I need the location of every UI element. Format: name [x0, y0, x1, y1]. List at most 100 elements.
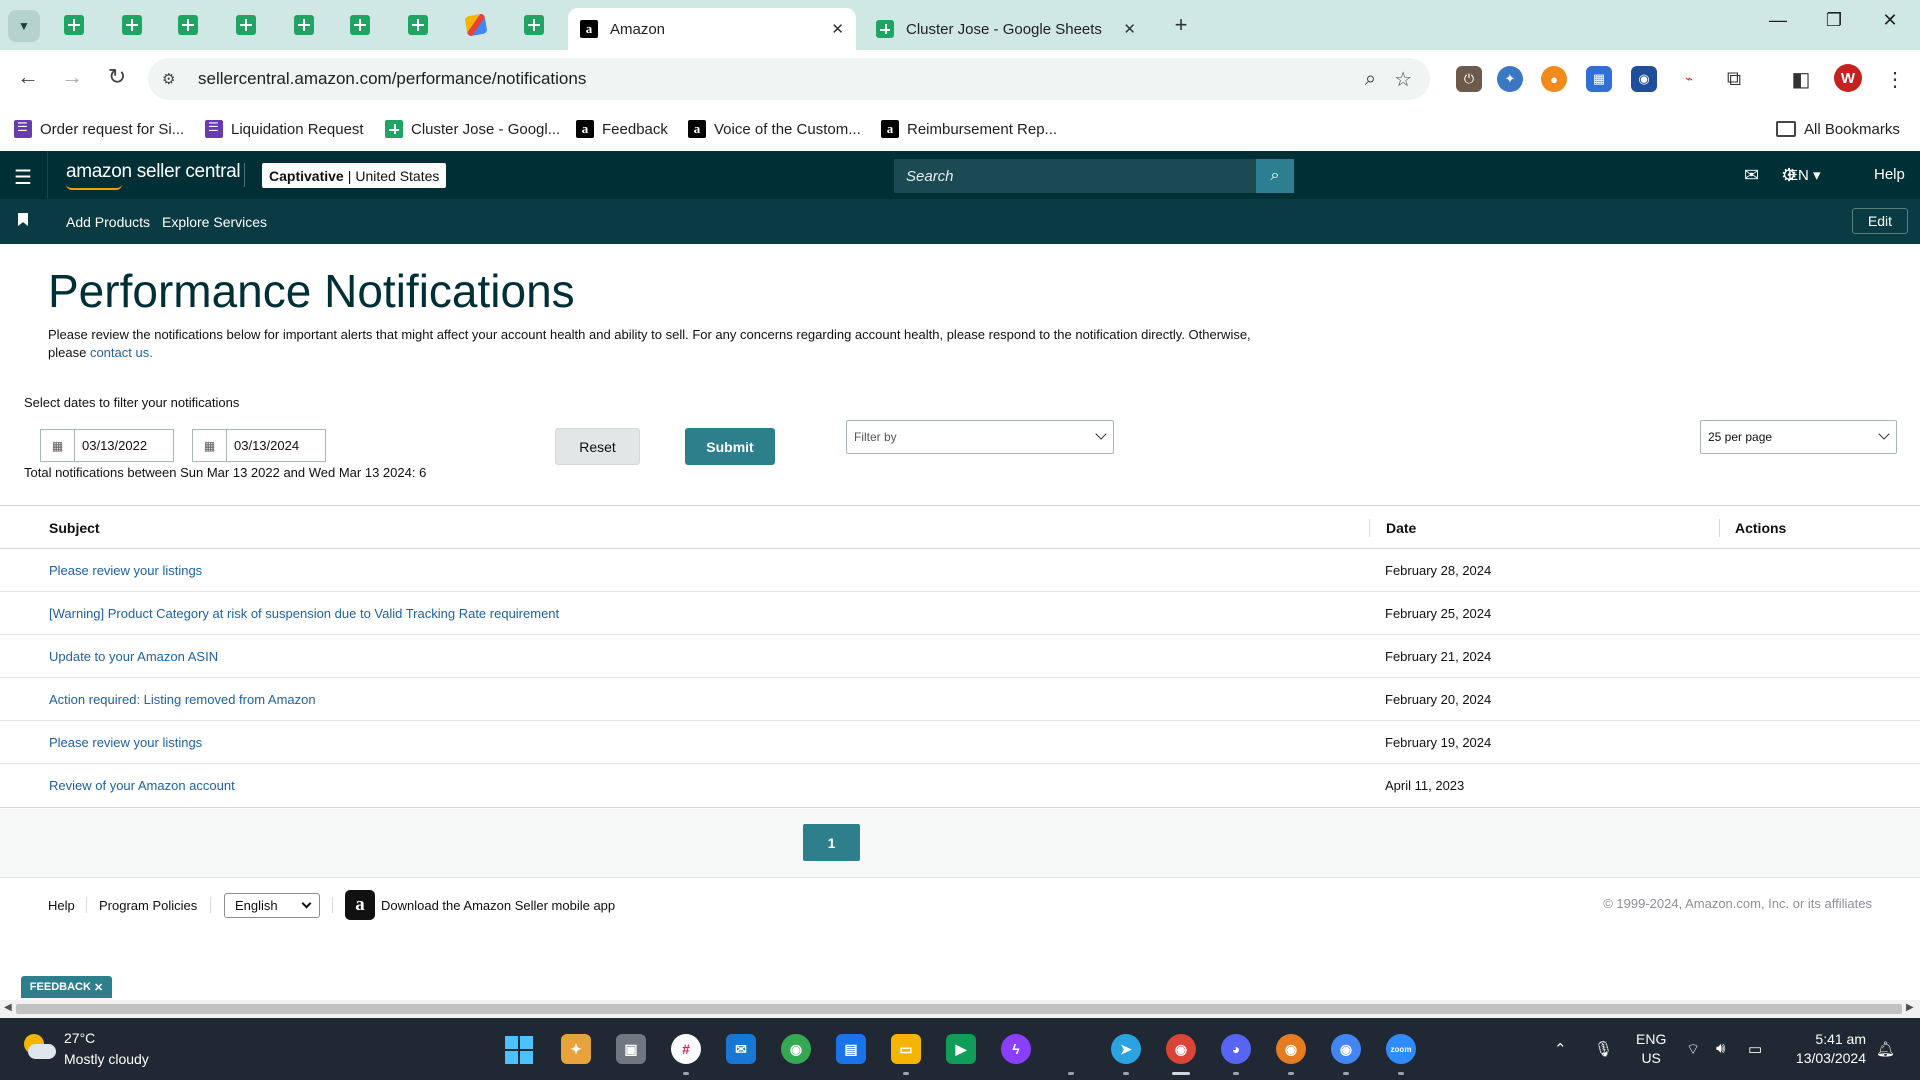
pinned-pen-tab[interactable] — [462, 12, 490, 38]
bookmark-item[interactable]: a Feedback — [576, 116, 668, 142]
bookmark-item[interactable]: Order request for Si... — [14, 116, 184, 142]
program-policies-link[interactable]: Program Policies — [99, 898, 197, 913]
weather-description[interactable]: Mostly cloudy — [64, 1051, 149, 1067]
tab-google-sheets[interactable]: Cluster Jose - Google Sheets ✕ — [864, 8, 1148, 50]
url-text[interactable]: sellercentral.amazon.com/performance/not… — [198, 69, 1365, 89]
chrome-profile-icon[interactable]: ◉ — [1331, 1034, 1361, 1064]
close-icon[interactable]: ✕ — [1123, 20, 1136, 38]
footer-language-select[interactable]: English — [224, 893, 320, 918]
contact-us-link[interactable]: contact us. — [90, 345, 153, 360]
new-tab-button[interactable]: + — [1168, 12, 1194, 38]
notification-subject-link[interactable]: Review of your Amazon account — [49, 778, 235, 793]
volume-icon[interactable]: 🔊︎ — [1716, 1040, 1725, 1057]
task-view-icon[interactable]: ▣ — [616, 1034, 646, 1064]
minimize-button[interactable]: — — [1758, 10, 1798, 31]
system-clock[interactable]: 5:41 am 13/03/2024 — [1786, 1030, 1866, 1068]
side-panel-icon[interactable]: ◧ — [1788, 66, 1814, 92]
edit-button[interactable]: Edit — [1852, 208, 1908, 234]
pinned-sheets-tab[interactable] — [232, 12, 260, 38]
messenger-icon[interactable]: ϟ — [1001, 1034, 1031, 1064]
language-selector[interactable]: EN ▾ — [1788, 166, 1821, 184]
horizontal-scrollbar[interactable]: ◀ ▶ — [0, 1000, 1920, 1018]
weather-temperature[interactable]: 27°C — [64, 1030, 95, 1046]
pinned-sheets-tab[interactable] — [520, 12, 548, 38]
tab-amazon[interactable]: a Amazon ✕ — [568, 8, 856, 50]
notification-subject-link[interactable]: Please review your listings — [49, 563, 202, 578]
calendar-icon[interactable]: ▦ — [193, 430, 227, 461]
close-icon[interactable]: ✕ — [94, 981, 103, 994]
footer-help-link[interactable]: Help — [48, 898, 75, 913]
battery-icon[interactable]: ▭ — [1748, 1040, 1762, 1058]
extension-off-icon[interactable]: ⏻ — [1456, 66, 1482, 92]
notification-subject-link[interactable]: Action required: Listing removed from Am… — [49, 692, 316, 707]
pinned-sheets-tab[interactable] — [118, 12, 146, 38]
wifi-icon[interactable]: ⌔ — [1686, 1040, 1700, 1059]
filter-by-select[interactable]: Filter by — [846, 420, 1114, 454]
account-switcher[interactable]: Captivative | United States — [262, 163, 447, 188]
notification-subject-link[interactable]: [Warning] Product Category at risk of su… — [49, 606, 559, 621]
discord-icon[interactable]: ◕ — [1221, 1034, 1251, 1064]
amazon-app-icon[interactable]: a — [345, 890, 375, 920]
close-icon[interactable]: ✕ — [831, 20, 844, 38]
zoom-icon[interactable]: ⌕ — [1365, 68, 1376, 91]
chrome-profile-icon[interactable]: ◉ — [1276, 1034, 1306, 1064]
scroll-right-arrow-icon[interactable]: ▶ — [1906, 1002, 1914, 1013]
input-language-indicator[interactable]: ENG US — [1636, 1030, 1666, 1068]
chrome-icon[interactable]: ◉ — [781, 1034, 811, 1064]
mail-icon[interactable]: ✉ — [1744, 165, 1759, 186]
forward-arrow-icon[interactable]: → — [57, 64, 87, 90]
extension-chart-icon[interactable]: ▦ — [1586, 66, 1612, 92]
tab-search-dropdown[interactable]: ▼ — [8, 10, 40, 42]
feedback-tab[interactable]: FEEDBACK ✕ — [21, 976, 112, 998]
search-input[interactable]: Search — [894, 159, 1256, 193]
google-meet-icon[interactable]: ▶ — [946, 1034, 976, 1064]
extension-icon[interactable]: ● — [1541, 66, 1567, 92]
bookmark-item[interactable]: Liquidation Request — [205, 116, 364, 142]
reload-icon[interactable]: ↻ — [102, 64, 132, 90]
close-window-button[interactable]: ✕ — [1870, 10, 1910, 31]
search-button[interactable]: ⌕ — [1256, 159, 1294, 193]
subject-column-header[interactable]: Subject — [49, 520, 100, 536]
scroll-left-arrow-icon[interactable]: ◀ — [4, 1002, 12, 1013]
date-to-field[interactable]: ▦ 03/13/2024 — [192, 429, 326, 462]
notification-bell-icon[interactable]: 🔔︎ — [1876, 1040, 1895, 1058]
site-settings-icon[interactable]: ⚙ — [162, 70, 188, 88]
per-page-select[interactable]: 25 per page — [1700, 420, 1897, 454]
zoom-icon[interactable]: zoom — [1386, 1034, 1416, 1064]
explore-services-link[interactable]: Explore Services — [162, 214, 267, 230]
pinned-sheets-tab[interactable] — [290, 12, 318, 38]
seller-central-logo[interactable]: amazon seller central — [66, 161, 241, 183]
page-1-button[interactable]: 1 — [803, 824, 860, 861]
all-bookmarks-button[interactable]: All Bookmarks — [1776, 116, 1900, 142]
extensions-puzzle-icon[interactable]: ⧉ — [1721, 66, 1747, 92]
calendar-icon[interactable]: ▦ — [41, 430, 75, 461]
help-link[interactable]: Help — [1874, 166, 1905, 183]
telegram-icon[interactable]: ➤ — [1111, 1034, 1141, 1064]
mail-app-icon[interactable]: ✉ — [726, 1034, 756, 1064]
file-explorer-icon[interactable]: ▭ — [891, 1034, 921, 1064]
scrollbar-thumb[interactable] — [16, 1004, 1902, 1014]
date-from-field[interactable]: ▦ 03/13/2022 — [40, 429, 174, 462]
omnibox[interactable]: ⚙ sellercentral.amazon.com/performance/n… — [148, 58, 1430, 100]
add-products-link[interactable]: Add Products — [66, 214, 150, 230]
date-column-header[interactable]: Date — [1386, 520, 1416, 536]
back-arrow-icon[interactable]: ← — [13, 64, 43, 90]
bookmark-item[interactable]: a Voice of the Custom... — [688, 116, 861, 142]
pinned-sheets-tab[interactable] — [60, 12, 88, 38]
chrome-profile-icon[interactable]: ◉ — [1166, 1034, 1196, 1064]
hamburger-menu-icon[interactable]: ☰ — [14, 165, 32, 190]
bookmark-item[interactable]: Cluster Jose - Googl... — [385, 116, 560, 142]
windows-start-icon[interactable] — [505, 1036, 533, 1064]
copilot-icon[interactable]: ✦ — [561, 1034, 591, 1064]
extension-icon[interactable]: ⌁ — [1676, 66, 1702, 92]
bookmark-star-icon[interactable]: ☆ — [1394, 67, 1412, 92]
weather-cloudy-icon[interactable] — [22, 1032, 56, 1062]
notification-subject-link[interactable]: Please review your listings — [49, 735, 202, 750]
bookmark-item[interactable]: a Reimbursement Rep... — [881, 116, 1057, 142]
restore-button[interactable]: ❐ — [1814, 10, 1854, 31]
microphone-icon[interactable]: 🎙︎ — [1594, 1040, 1613, 1058]
kebab-menu-icon[interactable]: ⋮ — [1882, 66, 1908, 92]
profile-avatar[interactable]: W — [1834, 64, 1862, 92]
reset-button[interactable]: Reset — [555, 428, 640, 465]
pinned-sheets-tab[interactable] — [174, 12, 202, 38]
